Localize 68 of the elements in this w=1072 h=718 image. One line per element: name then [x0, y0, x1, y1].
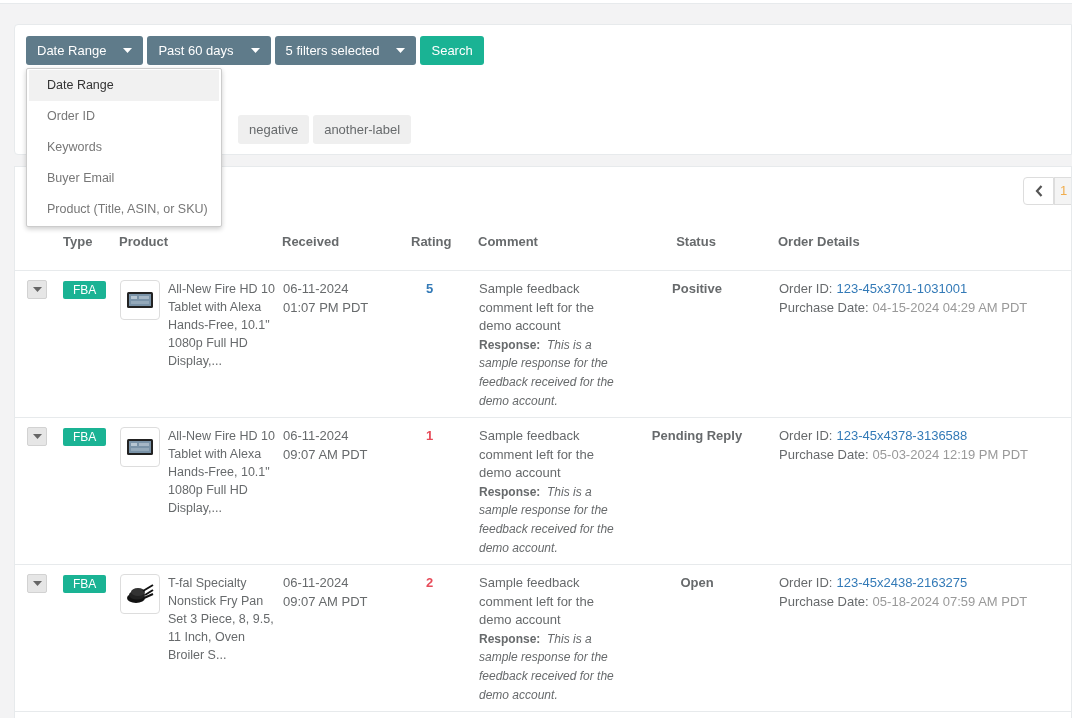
filter-dropdown[interactable]: Past 60 days: [147, 36, 271, 65]
type-badge: FBA: [63, 428, 107, 446]
type-badge: FBA: [63, 575, 107, 593]
expand-row-button[interactable]: [27, 280, 47, 299]
menu-item[interactable]: Buyer Email: [29, 163, 219, 194]
menu-item[interactable]: Date Range: [29, 70, 219, 101]
feedback-comment: Sample feedback comment left for the demo account: [479, 574, 595, 630]
rating-value: 2: [426, 575, 434, 590]
order-id-link[interactable]: 123-45x2438-2163275: [836, 575, 968, 590]
caret-icon: [123, 48, 133, 53]
purchase-date-label: Purchase Date:: [779, 299, 869, 315]
column-header: Order Details: [778, 232, 860, 251]
purchase-date: 05-18-2024 07:59 AM PDT: [872, 593, 1028, 609]
expand-row-button[interactable]: [27, 574, 47, 593]
frying-pan-icon: [126, 582, 154, 606]
column-header: Rating: [411, 232, 453, 251]
response-text: Response: This is a sample response for the feedback received for the demo account.: [479, 630, 615, 704]
status-text: Positive: [672, 281, 722, 296]
order-id-link[interactable]: 123-45x4378-3136588: [836, 428, 968, 443]
filter-dropdown[interactable]: Date Range: [26, 36, 144, 65]
order-id-link[interactable]: 123-45x3701-1031001: [836, 281, 968, 296]
tablet-icon: [126, 437, 154, 457]
purchase-date-label: Purchase Date:: [779, 593, 869, 609]
product-title: T-fal Specialty Nonstick Fry Pan Set 3 Piece, 8, 9.5, 11 Inch, Oven Broiler S...: [168, 575, 275, 664]
received-date: 06-11-2024: [283, 280, 350, 298]
menu-item[interactable]: Keywords: [29, 132, 219, 163]
response-text: Response: This is a sample response for the feedback received for the demo account.: [479, 483, 615, 557]
column-header: Received: [282, 232, 341, 251]
rating-value: 1: [426, 428, 434, 443]
purchase-date: 05-03-2024 12:19 PM PDT: [872, 446, 1028, 462]
column-header: Comment: [478, 232, 539, 251]
label-tag[interactable]: another-label: [313, 115, 412, 144]
feedback-comment: Sample feedback comment left for the demo account: [479, 427, 595, 483]
column-header: Type: [63, 232, 94, 251]
label-tag[interactable]: negative: [238, 115, 310, 144]
product-title: All-New Fire HD 10 Tablet with Alexa Hands-Free, 10.1" 1080p Full HD Display,...: [168, 281, 276, 370]
caret-icon: [32, 434, 42, 439]
menu-item[interactable]: Order ID: [29, 101, 219, 132]
purchase-date: 04-15-2024 04:29 AM PDT: [872, 299, 1028, 315]
received-date: 06-11-2024: [283, 574, 350, 592]
feedback-comment: Sample feedback comment left for the demo account: [479, 280, 595, 336]
caret-icon: [32, 287, 42, 292]
caret-icon: [32, 581, 42, 586]
column-header: Product: [119, 232, 170, 251]
received-time: 01:07 PM PDT: [283, 298, 370, 317]
rating-value: 5: [426, 281, 434, 296]
chevron-left-icon: [1034, 185, 1043, 197]
search-button[interactable]: Search: [420, 36, 484, 65]
caret-icon: [250, 48, 260, 53]
order-id-label: Order ID:: [779, 575, 833, 590]
menu-item[interactable]: Product (Title, ASIN, or SKU): [29, 194, 219, 225]
filter-dropdown[interactable]: 5 filters selected: [274, 36, 417, 65]
purchase-date-label: Purchase Date:: [779, 446, 869, 462]
tablet-icon: [126, 290, 154, 310]
received-date: 06-11-2024: [283, 427, 350, 445]
column-header: Status: [675, 232, 717, 251]
response-text: Response: This is a sample response for the feedback received for the demo account.: [479, 336, 615, 410]
received-time: 09:07 AM PDT: [283, 592, 369, 611]
status-text: Pending Reply: [651, 428, 743, 443]
previous-page-button[interactable]: [1023, 177, 1054, 205]
expand-row-button[interactable]: [27, 427, 47, 446]
caret-icon: [396, 48, 406, 53]
status-text: Open: [680, 575, 714, 590]
type-badge: FBA: [63, 281, 107, 299]
order-id-label: Order ID:: [779, 281, 833, 296]
received-time: 09:07 AM PDT: [283, 445, 369, 464]
order-id-label: Order ID:: [779, 428, 833, 443]
product-title: All-New Fire HD 10 Tablet with Alexa Hands-Free, 10.1" 1080p Full HD Display,...: [168, 428, 276, 517]
